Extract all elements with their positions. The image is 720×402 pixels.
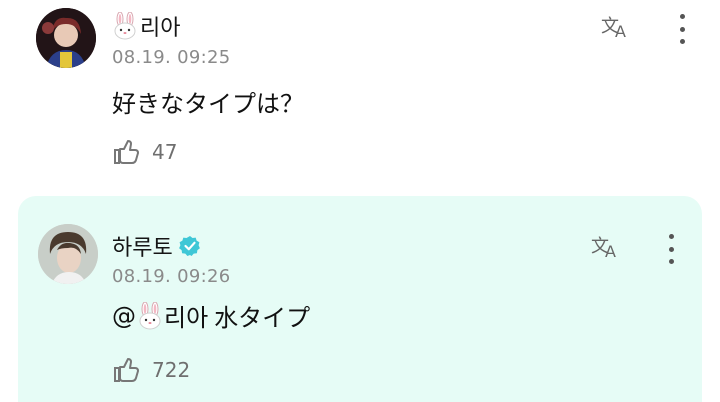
avatar[interactable] (36, 8, 96, 68)
comment-text: 好きなタイプは？ (112, 90, 304, 118)
comment-item: 리아 08.19. 09:25 好きなタイプは？ 47 文 A (0, 0, 720, 190)
bunny-emoji (139, 301, 161, 329)
mention-tag[interactable]: @ 리아 (112, 298, 208, 333)
translate-icon[interactable]: 文 A (600, 12, 634, 40)
author-name: 하루토 (112, 236, 173, 261)
comment-author[interactable]: 하루토 (112, 230, 201, 262)
svg-text:A: A (615, 22, 626, 40)
like-heart-hand-icon (114, 358, 139, 382)
like-button[interactable]: 722 (112, 356, 190, 384)
translate-icon[interactable]: 文 A (590, 232, 624, 260)
bunny-emoji (114, 12, 136, 40)
verified-badge-icon (178, 236, 200, 256)
avatar[interactable] (38, 224, 98, 284)
like-heart-hand-icon (114, 140, 139, 164)
like-count: 722 (152, 358, 191, 382)
comment-timestamp: 08.19. 09:25 (112, 47, 231, 68)
comment-text: @ 리아 水タイプ (112, 298, 310, 333)
like-button[interactable]: 47 (112, 138, 177, 166)
comment-timestamp: 08.19. 09:26 (112, 266, 231, 287)
comment-author[interactable]: 리아 (112, 10, 180, 42)
more-vertical-icon[interactable] (664, 234, 678, 264)
like-count: 47 (152, 140, 178, 164)
author-name: 리아 (140, 16, 181, 41)
more-vertical-icon[interactable] (675, 14, 689, 44)
svg-text:A: A (605, 242, 616, 260)
comment-item: 하루토 08.19. 09:26 @ 리아 水タイプ 722 文 A (18, 196, 702, 402)
